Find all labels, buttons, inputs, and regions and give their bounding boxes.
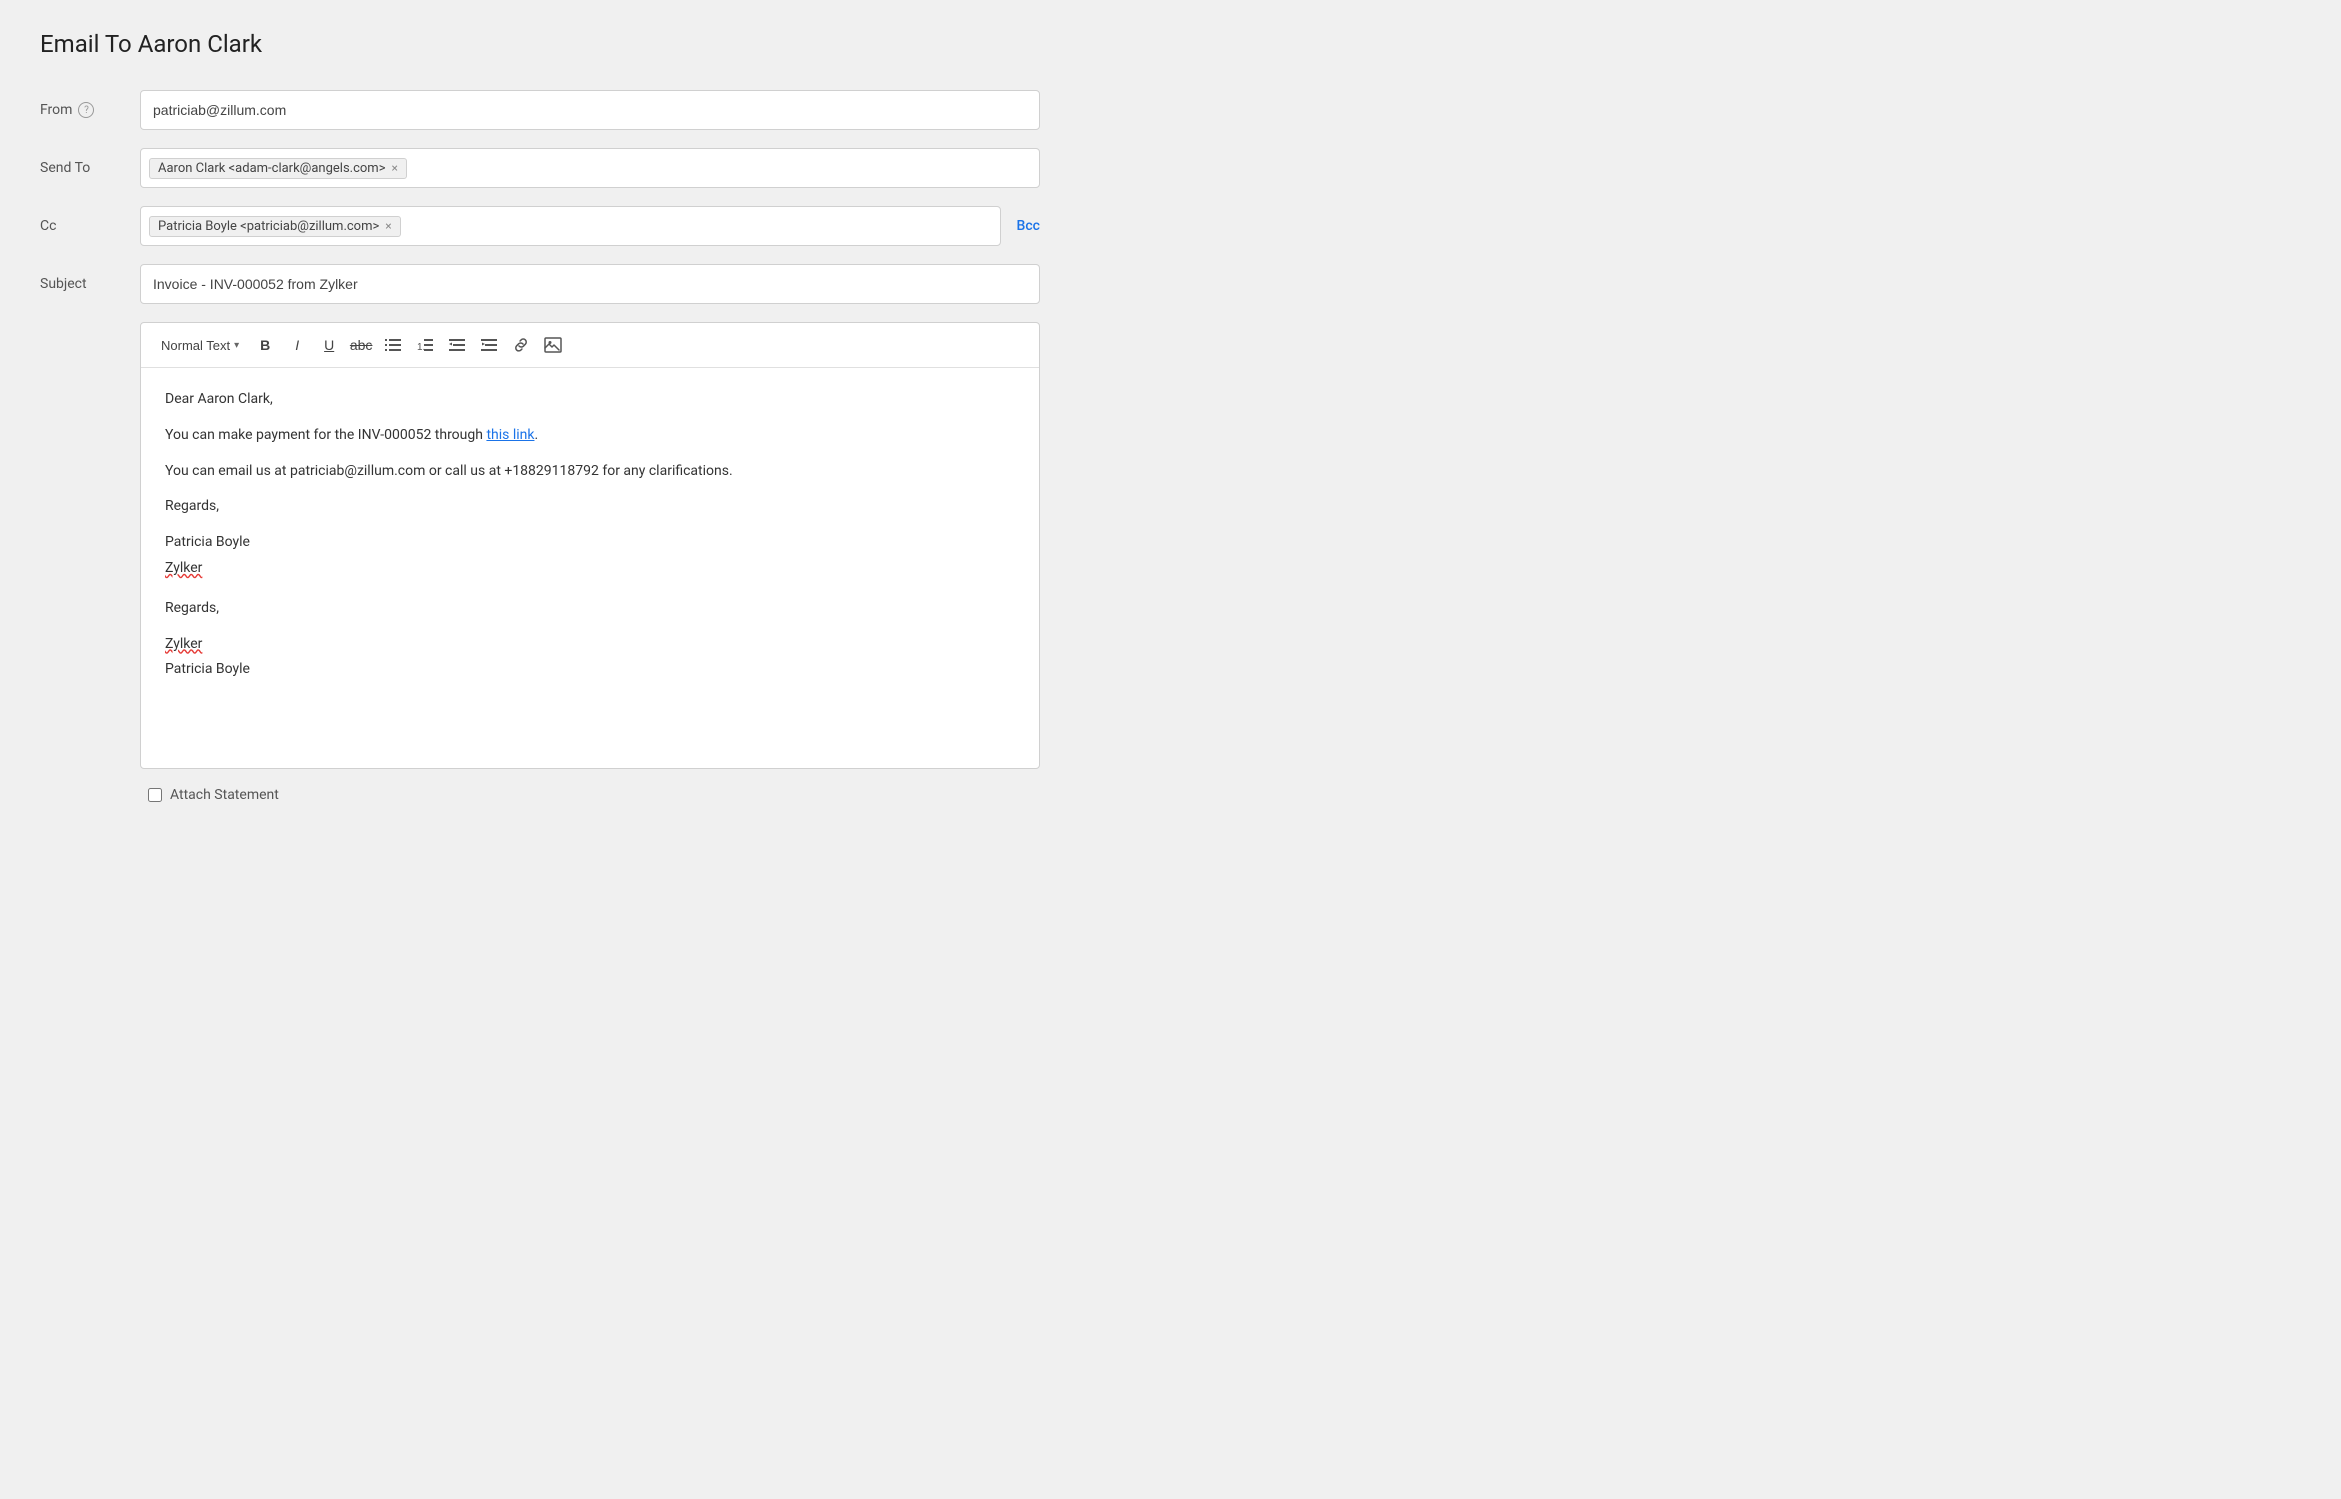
email-form: From ? Send To Aaron Clark <adam-clark@a…	[40, 90, 1040, 803]
editor-toolbar: Normal Text ▾ B I U abc	[141, 323, 1039, 368]
attach-checkbox[interactable]	[148, 788, 162, 802]
strikethrough-button[interactable]: abc	[347, 331, 375, 359]
image-button[interactable]	[539, 331, 567, 359]
bcc-button[interactable]: Bcc	[1017, 218, 1040, 234]
underline-button[interactable]: U	[315, 331, 343, 359]
payment-line: You can make payment for the INV-000052 …	[165, 424, 1015, 448]
signature2-regards: Regards,	[165, 597, 1015, 621]
cc-row: Cc Patricia Boyle <patriciab@zillum.com>…	[40, 206, 1040, 246]
subject-label: Subject	[40, 276, 140, 292]
cc-input[interactable]: Patricia Boyle <patriciab@zillum.com> ×	[140, 206, 1001, 246]
cc-label: Cc	[40, 218, 140, 234]
send-to-tag[interactable]: Aaron Clark <adam-clark@angels.com> ×	[149, 158, 407, 179]
italic-button[interactable]: I	[283, 331, 311, 359]
unordered-list-button[interactable]	[379, 331, 407, 359]
subject-row: Subject	[40, 264, 1040, 304]
send-to-label: Send To	[40, 160, 140, 176]
send-to-tag-close[interactable]: ×	[392, 162, 398, 174]
email-editor: Normal Text ▾ B I U abc	[140, 322, 1040, 769]
text-format-label: Normal Text	[161, 338, 230, 353]
signature1-regards: Regards,	[165, 495, 1015, 519]
signature2-name: Patricia Boyle	[165, 658, 1015, 682]
link-button[interactable]	[507, 331, 535, 359]
indent-decrease-button[interactable]	[443, 331, 471, 359]
payment-link[interactable]: this link	[486, 427, 534, 443]
send-to-tag-value: Aaron Clark <adam-clark@angels.com>	[158, 161, 386, 176]
subject-input[interactable]	[140, 264, 1040, 304]
cc-tag[interactable]: Patricia Boyle <patriciab@zillum.com> ×	[149, 216, 401, 237]
text-format-dropdown[interactable]: Normal Text ▾	[153, 334, 247, 357]
help-icon[interactable]: ?	[78, 102, 94, 118]
ol-icon: 1.	[417, 338, 433, 352]
indent-increase-button[interactable]	[475, 331, 503, 359]
page-title: Email To Aaron Clark	[40, 30, 2301, 58]
signature2-company: Zylker	[165, 633, 1015, 657]
cc-tag-close[interactable]: ×	[385, 220, 391, 232]
attach-row: Attach Statement	[40, 787, 1040, 803]
indent-increase-icon	[481, 338, 497, 352]
ul-icon	[385, 338, 401, 352]
bold-button[interactable]: B	[251, 331, 279, 359]
image-icon	[544, 337, 562, 353]
signature1-name: Patricia Boyle	[165, 531, 1015, 555]
ordered-list-button[interactable]: 1.	[411, 331, 439, 359]
send-to-row: Send To Aaron Clark <adam-clark@angels.c…	[40, 148, 1040, 188]
editor-row: Normal Text ▾ B I U abc	[40, 322, 1040, 769]
send-to-input[interactable]: Aaron Clark <adam-clark@angels.com> ×	[140, 148, 1040, 188]
attach-statement-label: Attach Statement	[170, 787, 279, 803]
from-label: From ?	[40, 102, 140, 118]
contact-line: You can email us at patriciab@zillum.com…	[165, 460, 1015, 484]
indent-decrease-icon	[449, 338, 465, 352]
greeting-line: Dear Aaron Clark,	[165, 388, 1015, 412]
editor-content-area[interactable]: Dear Aaron Clark, You can make payment f…	[141, 368, 1039, 768]
signature1-company: Zylker	[165, 557, 1015, 581]
from-input[interactable]	[140, 90, 1040, 130]
from-row: From ?	[40, 90, 1040, 130]
chevron-down-icon: ▾	[234, 340, 239, 351]
link-icon	[512, 337, 530, 353]
cc-tag-value: Patricia Boyle <patriciab@zillum.com>	[158, 219, 379, 234]
